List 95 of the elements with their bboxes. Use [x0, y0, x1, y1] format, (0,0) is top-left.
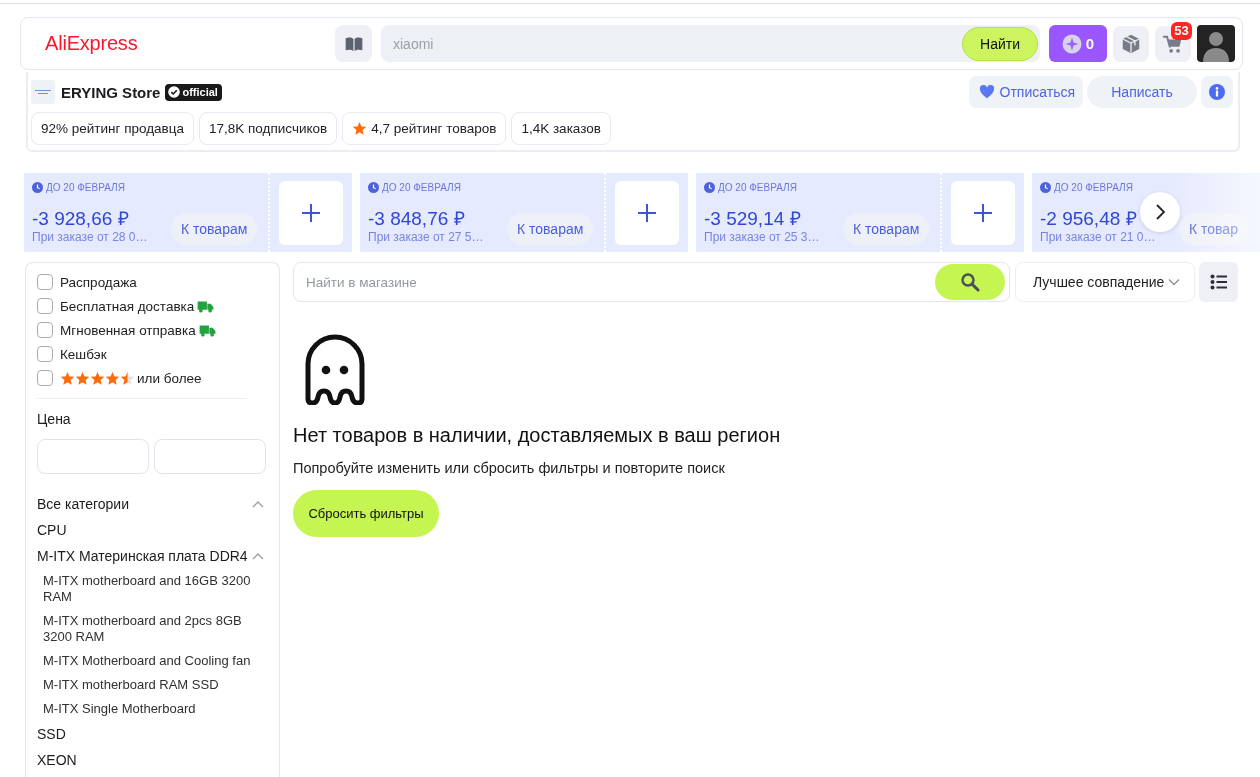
- cart-button[interactable]: 53: [1155, 25, 1191, 62]
- category-item[interactable]: XEON: [37, 752, 77, 768]
- shop-search-field[interactable]: Найти в магазине: [293, 262, 1010, 302]
- coupon-amount: -3 529,14 ₽: [704, 207, 801, 230]
- clock-icon: [368, 181, 379, 193]
- official-label: official: [182, 86, 218, 98]
- checkbox[interactable]: [37, 274, 53, 290]
- coupon-condition: При заказе от 21 0…: [1040, 230, 1156, 245]
- chevron-down-icon: [1168, 276, 1180, 288]
- coupon-condition: При заказе от 27 5…: [368, 230, 484, 245]
- stat-text: 17,8K подписчиков: [209, 121, 328, 136]
- chevron-icon[interactable]: [252, 500, 264, 508]
- stat-text: 1,4K заказов: [521, 121, 601, 136]
- coupon-deadline: ДО 20 ФЕВРАЛЯ: [382, 181, 461, 193]
- cart-count-badge: 53: [1171, 21, 1192, 40]
- search-field[interactable]: xiaomi Найти: [381, 25, 1040, 62]
- subcategory-item[interactable]: M-ITX motherboard and 2pcs 8GB 3200 RAM: [37, 609, 266, 649]
- empty-state-text: Попробуйте изменить или сбросить фильтры и повторите поиск: [293, 459, 725, 478]
- coupon-deadline: ДО 20 ФЕВРАЛЯ: [718, 181, 797, 193]
- coupon-condition: При заказе от 25 3…: [704, 230, 820, 245]
- coupon-deadline: ДО 20 ФЕВРАЛЯ: [1054, 181, 1133, 193]
- subcategory-item[interactable]: M-ITX Single Motherboard: [37, 697, 266, 721]
- info-icon: [1209, 84, 1225, 100]
- checkbox[interactable]: [37, 346, 53, 362]
- message-button[interactable]: Написать: [1087, 76, 1197, 108]
- category-item[interactable]: Все категории: [37, 496, 129, 512]
- checkbox[interactable]: [37, 322, 53, 338]
- subcategory-item[interactable]: M-ITX motherboard and 16GB 3200 RAM: [37, 569, 266, 609]
- clock-icon: [32, 181, 43, 193]
- search-button[interactable]: [935, 264, 1005, 300]
- profile-button[interactable]: [1197, 25, 1235, 62]
- unsubscribe-button[interactable]: Отписаться: [968, 76, 1083, 108]
- filter-label[interactable]: Мгновенная отправка: [60, 322, 196, 338]
- coupon-amount: -3 928,66 ₽: [32, 207, 129, 230]
- coupon-deadline: ДО 20 ФЕВРАЛЯ: [46, 181, 125, 193]
- store-name[interactable]: ERYING Store: [61, 83, 161, 101]
- shop-search-input[interactable]: Найти в магазине: [294, 263, 935, 301]
- list-view-button[interactable]: [1199, 262, 1238, 302]
- star-icon: [90, 370, 105, 386]
- subcategory-item[interactable]: M-ITX motherboard RAM SSD: [37, 673, 266, 697]
- plus-icon: [301, 202, 321, 223]
- to-products-button[interactable]: К товарам: [171, 213, 258, 245]
- heart-icon: [978, 84, 995, 100]
- price-to-field[interactable]: [154, 439, 266, 474]
- stat-text: 92% рейтинг продавца: [41, 121, 184, 136]
- search-button[interactable]: Найти: [962, 26, 1038, 61]
- chevron-icon[interactable]: [252, 552, 264, 560]
- boxes-button[interactable]: [1113, 25, 1149, 62]
- coupon-amount: -2 956,48 ₽: [1040, 207, 1137, 230]
- subcategory-item[interactable]: M-ITX Motherboard and Cooling fan: [37, 649, 266, 673]
- filter-label[interactable]: Распродажа: [60, 274, 137, 290]
- coins-button[interactable]: 0: [1049, 25, 1107, 62]
- add-coupon-button[interactable]: [615, 180, 679, 245]
- aliexpress-logo[interactable]: AliExpress: [45, 32, 138, 54]
- star-icon: [352, 121, 368, 136]
- add-coupon-button[interactable]: [951, 180, 1015, 245]
- list-icon: [1209, 273, 1228, 291]
- checkbox[interactable]: [37, 298, 53, 314]
- truck-icon: [198, 323, 216, 337]
- filter-label[interactable]: или более: [137, 370, 202, 386]
- empty-state-title: Нет товаров в наличии, доставляемых в ваш регион: [293, 423, 781, 447]
- coupon-condition: При заказе от 28 0…: [32, 230, 148, 245]
- search-input[interactable]: xiaomi: [381, 25, 962, 62]
- price-title: Цена: [37, 410, 72, 429]
- plus-icon: [973, 202, 993, 223]
- store-logo-icon: [31, 80, 55, 104]
- to-products-button[interactable]: К товарам: [843, 213, 930, 245]
- cube-icon: [1120, 32, 1142, 55]
- category-item[interactable]: SSD: [37, 726, 66, 742]
- category-item[interactable]: CPU: [37, 522, 67, 538]
- stat-text: 4,7 рейтинг товаров: [371, 121, 497, 136]
- reset-filters-button[interactable]: Сбросить фильтры: [293, 490, 439, 537]
- filter-label[interactable]: Бесплатная доставка: [60, 298, 195, 314]
- filter-label[interactable]: Кешбэк: [60, 346, 107, 362]
- to-products-button[interactable]: К товар: [1179, 213, 1248, 245]
- coupon-amount: -3 848,76 ₽: [368, 207, 465, 230]
- verified-check-icon: [168, 86, 181, 98]
- plus-icon: [637, 202, 657, 223]
- search-icon: [960, 272, 980, 292]
- clock-icon: [1040, 181, 1051, 193]
- star-icon: [75, 370, 90, 386]
- star-icon: [105, 370, 120, 386]
- add-coupon-button[interactable]: [279, 180, 343, 245]
- ghost-icon: [304, 333, 366, 405]
- sort-dropdown[interactable]: Лучшее совпадение: [1015, 262, 1195, 302]
- category-item[interactable]: M-ITX Материнская плата DDR4: [37, 548, 248, 564]
- price-from-field[interactable]: [37, 439, 149, 474]
- star-icon: [60, 370, 75, 386]
- catalog-button[interactable]: [335, 25, 372, 62]
- truck-icon: [197, 299, 215, 313]
- to-products-button[interactable]: К товарам: [507, 213, 594, 245]
- clock-icon: [704, 181, 715, 193]
- checkbox[interactable]: [37, 370, 53, 386]
- coin-icon: [1061, 33, 1082, 54]
- info-button[interactable]: [1201, 76, 1233, 108]
